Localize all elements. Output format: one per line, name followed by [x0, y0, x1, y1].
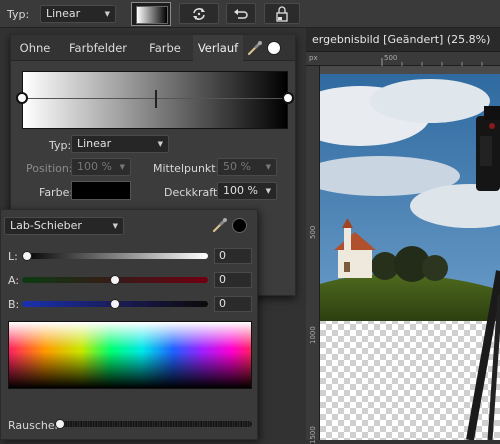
position-value: 100 %: [77, 160, 112, 173]
gradient-midpoint-marker[interactable]: [155, 90, 157, 108]
farbe-label: Farbe:: [39, 186, 74, 199]
l-slider-track[interactable]: [22, 253, 208, 259]
l-value-input[interactable]: 0: [214, 248, 252, 264]
tab-ohne[interactable]: Ohne: [11, 35, 59, 61]
reverse-gradient-button[interactable]: [179, 3, 219, 24]
mittelpunkt-label: Mittelpunkt:: [153, 162, 220, 175]
tab-farbe[interactable]: Farbe: [137, 35, 193, 61]
gradient-stop-start[interactable]: [16, 92, 28, 104]
gradient-preview-button[interactable]: [131, 2, 171, 26]
current-color-swatch[interactable]: [232, 218, 247, 233]
ruler-mark: 1500: [309, 426, 317, 444]
position-label: Position:: [26, 162, 73, 175]
chevron-down-icon: ▼: [104, 10, 110, 18]
fill-tabs: Ohne Farbfelder Farbe Verlauf: [11, 35, 295, 61]
gradient-type-value: Linear: [46, 7, 81, 20]
typ-label: Typ:: [49, 139, 72, 152]
swap-colors-button[interactable]: [226, 3, 256, 24]
ruler-horizontal[interactable]: px 500: [306, 52, 500, 66]
transparency-lock-button[interactable]: [264, 3, 300, 24]
ruler-vertical[interactable]: 500 1000 1500: [306, 66, 320, 444]
stop-color-swatch[interactable]: [71, 181, 131, 200]
rauschen-label: Rauschen: [8, 419, 62, 432]
deckkraft-value: 100 %: [223, 184, 258, 197]
swap-arrow-icon: [234, 9, 248, 19]
rauschen-slider-thumb[interactable]: [55, 419, 65, 429]
eyedropper-button[interactable]: [247, 40, 267, 56]
l-label: L:: [8, 250, 18, 263]
b-label: B:: [8, 298, 20, 311]
chevron-down-icon: ▼: [265, 163, 271, 171]
ruler-ticks: [381, 58, 483, 66]
mittelpunkt-value: 50 %: [223, 160, 251, 173]
gradient-stop-end[interactable]: [282, 92, 294, 104]
l-slider-thumb[interactable]: [22, 251, 32, 261]
color-spectrum[interactable]: [8, 321, 252, 389]
a-slider-thumb[interactable]: [110, 275, 120, 285]
eyedropper-icon: [212, 218, 227, 233]
eyedropper-icon: [247, 41, 262, 56]
chevron-down-icon: ▼: [119, 163, 125, 171]
tab-farbfelder[interactable]: Farbfelder: [59, 35, 137, 61]
tab-verlauf[interactable]: Verlauf: [193, 35, 243, 61]
current-color-swatch[interactable]: [267, 41, 281, 55]
type-label: Typ:: [7, 8, 30, 21]
chevron-down-icon: ▼: [157, 140, 163, 148]
verlauf-typ-value: Linear: [77, 137, 112, 150]
document-canvas[interactable]: [320, 66, 500, 440]
b-value-input[interactable]: 0: [214, 296, 252, 312]
gradient-preview-swatch: [136, 6, 168, 24]
eyedropper-button[interactable]: [212, 217, 230, 233]
document-title: ergebnisbild [Geändert] (25.8%): [312, 33, 491, 46]
a-label: A:: [8, 274, 20, 287]
verlauf-typ-dropdown[interactable]: Linear ▼: [71, 135, 169, 153]
position-dropdown[interactable]: 100 % ▼: [71, 158, 131, 176]
chevron-down-icon: ▼: [265, 187, 271, 195]
ruler-mark: 1000: [309, 326, 317, 344]
color-mode-dropdown[interactable]: Lab-Schieber ▼: [4, 217, 124, 235]
b-slider-thumb[interactable]: [110, 299, 120, 309]
chevron-down-icon: ▼: [112, 222, 118, 230]
lock-icon: [276, 6, 288, 22]
color-mode-value: Lab-Schieber: [10, 219, 82, 232]
a-value-input[interactable]: 0: [214, 272, 252, 288]
ruler-mark: 500: [309, 225, 317, 239]
rauschen-slider-track[interactable]: [58, 421, 252, 427]
rotate-icon: [193, 8, 205, 20]
gradient-type-dropdown[interactable]: Linear ▼: [40, 5, 116, 23]
deckkraft-dropdown[interactable]: 100 % ▼: [217, 182, 277, 200]
canvas-image: [320, 74, 500, 440]
mittelpunkt-dropdown[interactable]: 50 % ▼: [217, 158, 277, 176]
deckkraft-label: Deckkraft:: [164, 186, 221, 199]
